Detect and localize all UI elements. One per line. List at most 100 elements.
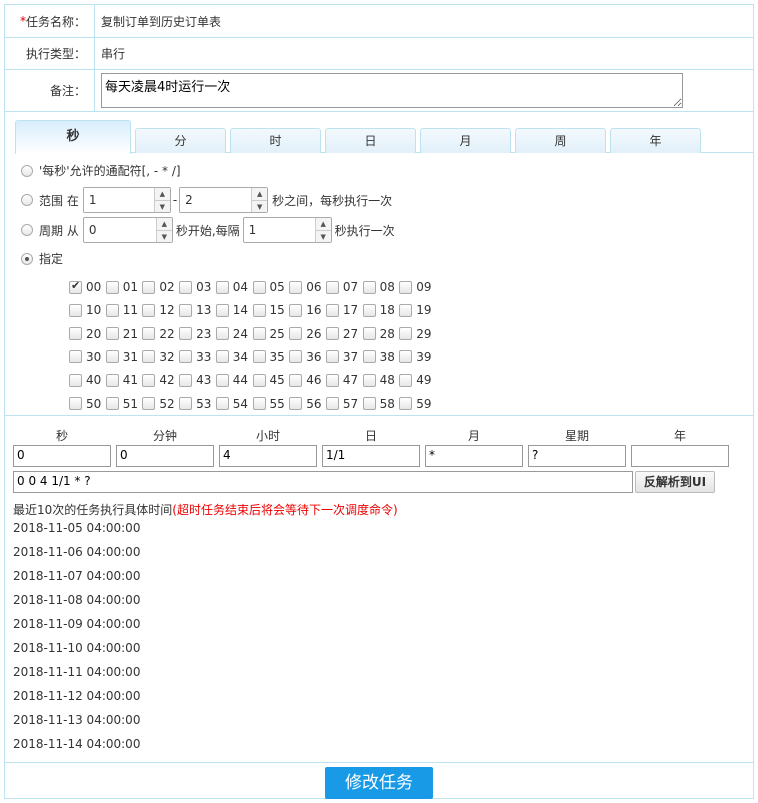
checkbox[interactable] (215, 397, 229, 410)
expr-field-0[interactable]: 0 (13, 445, 111, 467)
checkbox[interactable] (179, 303, 193, 317)
second-checkbox-item[interactable]: 26 (289, 327, 321, 341)
second-checkbox-item[interactable]: 54 (215, 397, 248, 411)
checkbox[interactable] (105, 350, 119, 364)
checkbox[interactable] (289, 350, 303, 364)
checkbox[interactable] (69, 350, 82, 364)
second-checkbox-item[interactable]: 29 (399, 327, 432, 341)
checkbox[interactable] (289, 373, 303, 387)
checkbox[interactable] (399, 327, 413, 341)
checkbox[interactable] (69, 279, 82, 294)
checkbox[interactable] (399, 373, 413, 387)
second-checkbox-item[interactable]: 28 (362, 327, 395, 341)
checkbox[interactable] (215, 280, 229, 294)
checkbox[interactable] (142, 397, 156, 410)
tab-5[interactable]: 周 (515, 128, 606, 153)
second-checkbox-item[interactable]: 18 (362, 303, 395, 317)
radio-range[interactable] (21, 194, 33, 206)
second-checkbox-item[interactable]: 04 (215, 280, 248, 294)
second-checkbox-item[interactable]: 47 (325, 373, 358, 387)
checkbox[interactable] (362, 350, 376, 364)
checkbox[interactable] (69, 303, 82, 317)
second-checkbox-item[interactable]: 46 (289, 373, 321, 387)
second-checkbox-item[interactable]: 27 (325, 327, 358, 341)
spin-up-icon[interactable]: ▲ (252, 188, 268, 200)
checkbox[interactable] (325, 350, 339, 364)
checkbox[interactable] (179, 327, 193, 341)
checkbox[interactable] (325, 373, 339, 387)
checkbox[interactable] (362, 280, 376, 294)
spin-up-icon[interactable]: ▲ (315, 218, 331, 230)
checkbox[interactable] (179, 373, 193, 387)
option-cycle[interactable]: 周期 从 0 ▲ ▼ 秒开始,每隔 1 ▲ ▼ 秒执行一次 (21, 217, 395, 243)
checkbox[interactable] (69, 327, 82, 341)
second-checkbox-item[interactable]: 20 (69, 327, 101, 341)
second-checkbox-item[interactable]: 53 (179, 397, 211, 411)
second-checkbox-item[interactable]: 21 (105, 327, 138, 341)
checkbox[interactable] (289, 280, 303, 294)
checkbox[interactable] (179, 280, 193, 294)
checkbox[interactable] (362, 303, 376, 317)
checkbox[interactable] (69, 397, 82, 410)
checkbox[interactable] (399, 280, 413, 294)
second-checkbox-item[interactable]: 14 (215, 303, 248, 317)
second-checkbox-item[interactable]: 06 (289, 280, 321, 294)
second-checkbox-item[interactable]: 23 (179, 327, 211, 341)
second-checkbox-item[interactable]: 03 (179, 280, 211, 294)
range-to-input[interactable]: 2 ▲ ▼ (179, 187, 269, 213)
second-checkbox-item[interactable]: 43 (179, 373, 211, 387)
checkbox[interactable] (105, 397, 119, 410)
second-checkbox-item[interactable]: 44 (215, 373, 248, 387)
radio-cycle[interactable] (21, 224, 33, 236)
second-checkbox-item[interactable]: 50 (69, 397, 101, 411)
second-checkbox-item[interactable]: 22 (142, 327, 175, 341)
checkbox[interactable] (289, 397, 303, 410)
reverse-parse-button[interactable]: 反解析到UI (635, 471, 715, 493)
checkbox[interactable] (325, 327, 339, 341)
second-checkbox-item[interactable]: 15 (252, 303, 285, 317)
second-checkbox-item[interactable]: 13 (179, 303, 211, 317)
cycle-start-input[interactable]: 0 ▲ ▼ (82, 217, 173, 243)
second-checkbox-item[interactable]: 35 (252, 350, 285, 364)
second-checkbox-item[interactable]: 31 (105, 350, 138, 364)
checkbox[interactable] (142, 350, 156, 364)
second-checkbox-item[interactable]: 39 (399, 350, 432, 364)
second-checkbox-item[interactable]: 02 (142, 280, 175, 294)
checkbox[interactable] (252, 373, 266, 387)
spin-down-icon[interactable]: ▼ (252, 200, 268, 212)
second-checkbox-item[interactable]: 19 (399, 303, 432, 317)
second-checkbox-item[interactable]: 12 (142, 303, 175, 317)
spin-up-icon[interactable]: ▲ (156, 218, 172, 230)
tab-1[interactable]: 分 (135, 128, 226, 153)
second-checkbox-item[interactable]: 01 (105, 280, 138, 294)
second-checkbox-item[interactable]: 41 (105, 373, 138, 387)
checkbox[interactable] (179, 350, 193, 364)
spin-down-icon[interactable]: ▼ (315, 230, 331, 242)
checkbox[interactable] (105, 373, 119, 387)
second-checkbox-item[interactable]: 00 (69, 279, 101, 294)
expr-field-3[interactable]: 1/1 (322, 445, 420, 467)
cron-expression-input[interactable]: 0 0 4 1/1 * ? (13, 471, 633, 493)
checkbox[interactable] (105, 327, 119, 341)
modify-task-button[interactable]: 修改任务 (325, 767, 433, 799)
second-checkbox-item[interactable]: 17 (325, 303, 358, 317)
checkbox[interactable] (252, 327, 266, 341)
range-from-input[interactable]: 1 ▲ ▼ (82, 187, 171, 213)
second-checkbox-item[interactable]: 56 (289, 397, 321, 411)
checkbox[interactable] (142, 303, 156, 317)
expr-field-1[interactable]: 0 (116, 445, 214, 467)
checkbox[interactable] (69, 373, 82, 387)
cycle-step-input[interactable]: 1 ▲ ▼ (242, 217, 332, 243)
checkbox[interactable] (105, 303, 119, 317)
spin-down-icon[interactable]: ▼ (154, 200, 170, 212)
second-checkbox-item[interactable]: 52 (142, 397, 175, 411)
checkbox[interactable] (399, 350, 413, 364)
checkbox[interactable] (142, 280, 156, 294)
radio-every[interactable] (21, 164, 33, 177)
second-checkbox-item[interactable]: 34 (215, 350, 248, 364)
tab-2[interactable]: 时 (230, 128, 321, 153)
checkbox[interactable] (289, 303, 303, 317)
checkbox[interactable] (252, 303, 266, 317)
second-checkbox-item[interactable]: 55 (252, 397, 285, 411)
second-checkbox-item[interactable]: 48 (362, 373, 395, 387)
